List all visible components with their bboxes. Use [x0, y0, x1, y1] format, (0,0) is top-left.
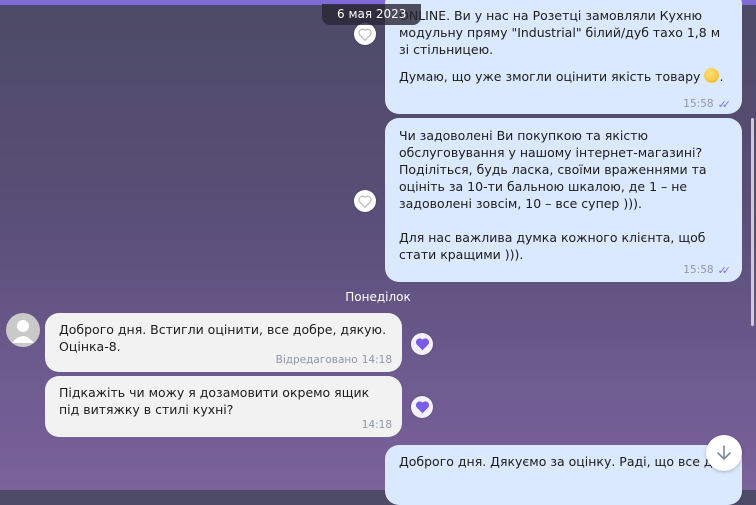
message-bubble-outgoing[interactable]: ONLINE. Ви у нас на Розетці замовляли Ку… [385, 0, 742, 114]
message-meta: 14:18 [362, 417, 392, 434]
message-text: Підкажіть чи можу я дозамовити окремо ящ… [59, 385, 374, 417]
message-text: Чи задоволені Ви покупкою та якістю обсл… [399, 128, 707, 262]
user-avatar-icon[interactable] [6, 313, 40, 347]
heart-icon [358, 28, 372, 41]
message-text: ONLINE. Ви у нас на Розетці замовляли Ку… [399, 8, 725, 57]
message-meta: Відредаговано 14:18 [276, 352, 392, 369]
date-chip: 6 мая 2023 [322, 4, 422, 25]
message-text: Думаю, що уже змогли оцінити якість това… [399, 68, 724, 84]
react-heart-button[interactable] [354, 190, 376, 212]
arrow-down-icon [717, 445, 731, 460]
message-bubble-outgoing[interactable]: Чи задоволені Ви покупкою та якістю обсл… [385, 118, 742, 282]
read-ticks-icon: ✓✓ [717, 264, 732, 277]
message-text: Доброго дня. Дякуємо за оцінку. Раді, що… [399, 454, 728, 469]
message-time: 15:58 [683, 98, 714, 110]
avatar-silhouette [12, 320, 34, 343]
message-time: 14:18 [361, 354, 392, 366]
edited-label: Відредаговано [275, 354, 358, 366]
smile-emoji-icon [704, 68, 720, 83]
message-time: 15:58 [683, 264, 714, 276]
react-heart-button[interactable] [354, 23, 376, 45]
message-text-line: Думаю, що уже змогли оцінити якість това… [399, 69, 701, 84]
heart-icon [415, 401, 429, 414]
heart-icon [358, 195, 372, 208]
react-heart-button[interactable] [411, 333, 433, 355]
message-meta: 15:58 ✓✓ [683, 262, 732, 279]
message-text: Доброго дня. Встигли оцінити, все добре,… [59, 322, 391, 354]
message-bubble-incoming[interactable]: Підкажіть чи можу я дозамовити окремо ящ… [45, 376, 402, 437]
day-separator: Понеділок [345, 290, 411, 304]
message-meta: 15:58 ✓✓ [683, 96, 732, 113]
read-ticks-icon: ✓✓ [717, 98, 732, 111]
message-time: 14:18 [361, 419, 392, 431]
message-bubble-incoming[interactable]: Доброго дня. Встигли оцінити, все добре,… [45, 313, 402, 372]
message-bubble-outgoing[interactable]: Доброго дня. Дякуємо за оцінку. Раді, що… [385, 445, 742, 505]
scroll-to-bottom-button[interactable] [706, 435, 742, 471]
heart-icon [415, 338, 429, 351]
react-heart-button[interactable] [411, 396, 433, 418]
